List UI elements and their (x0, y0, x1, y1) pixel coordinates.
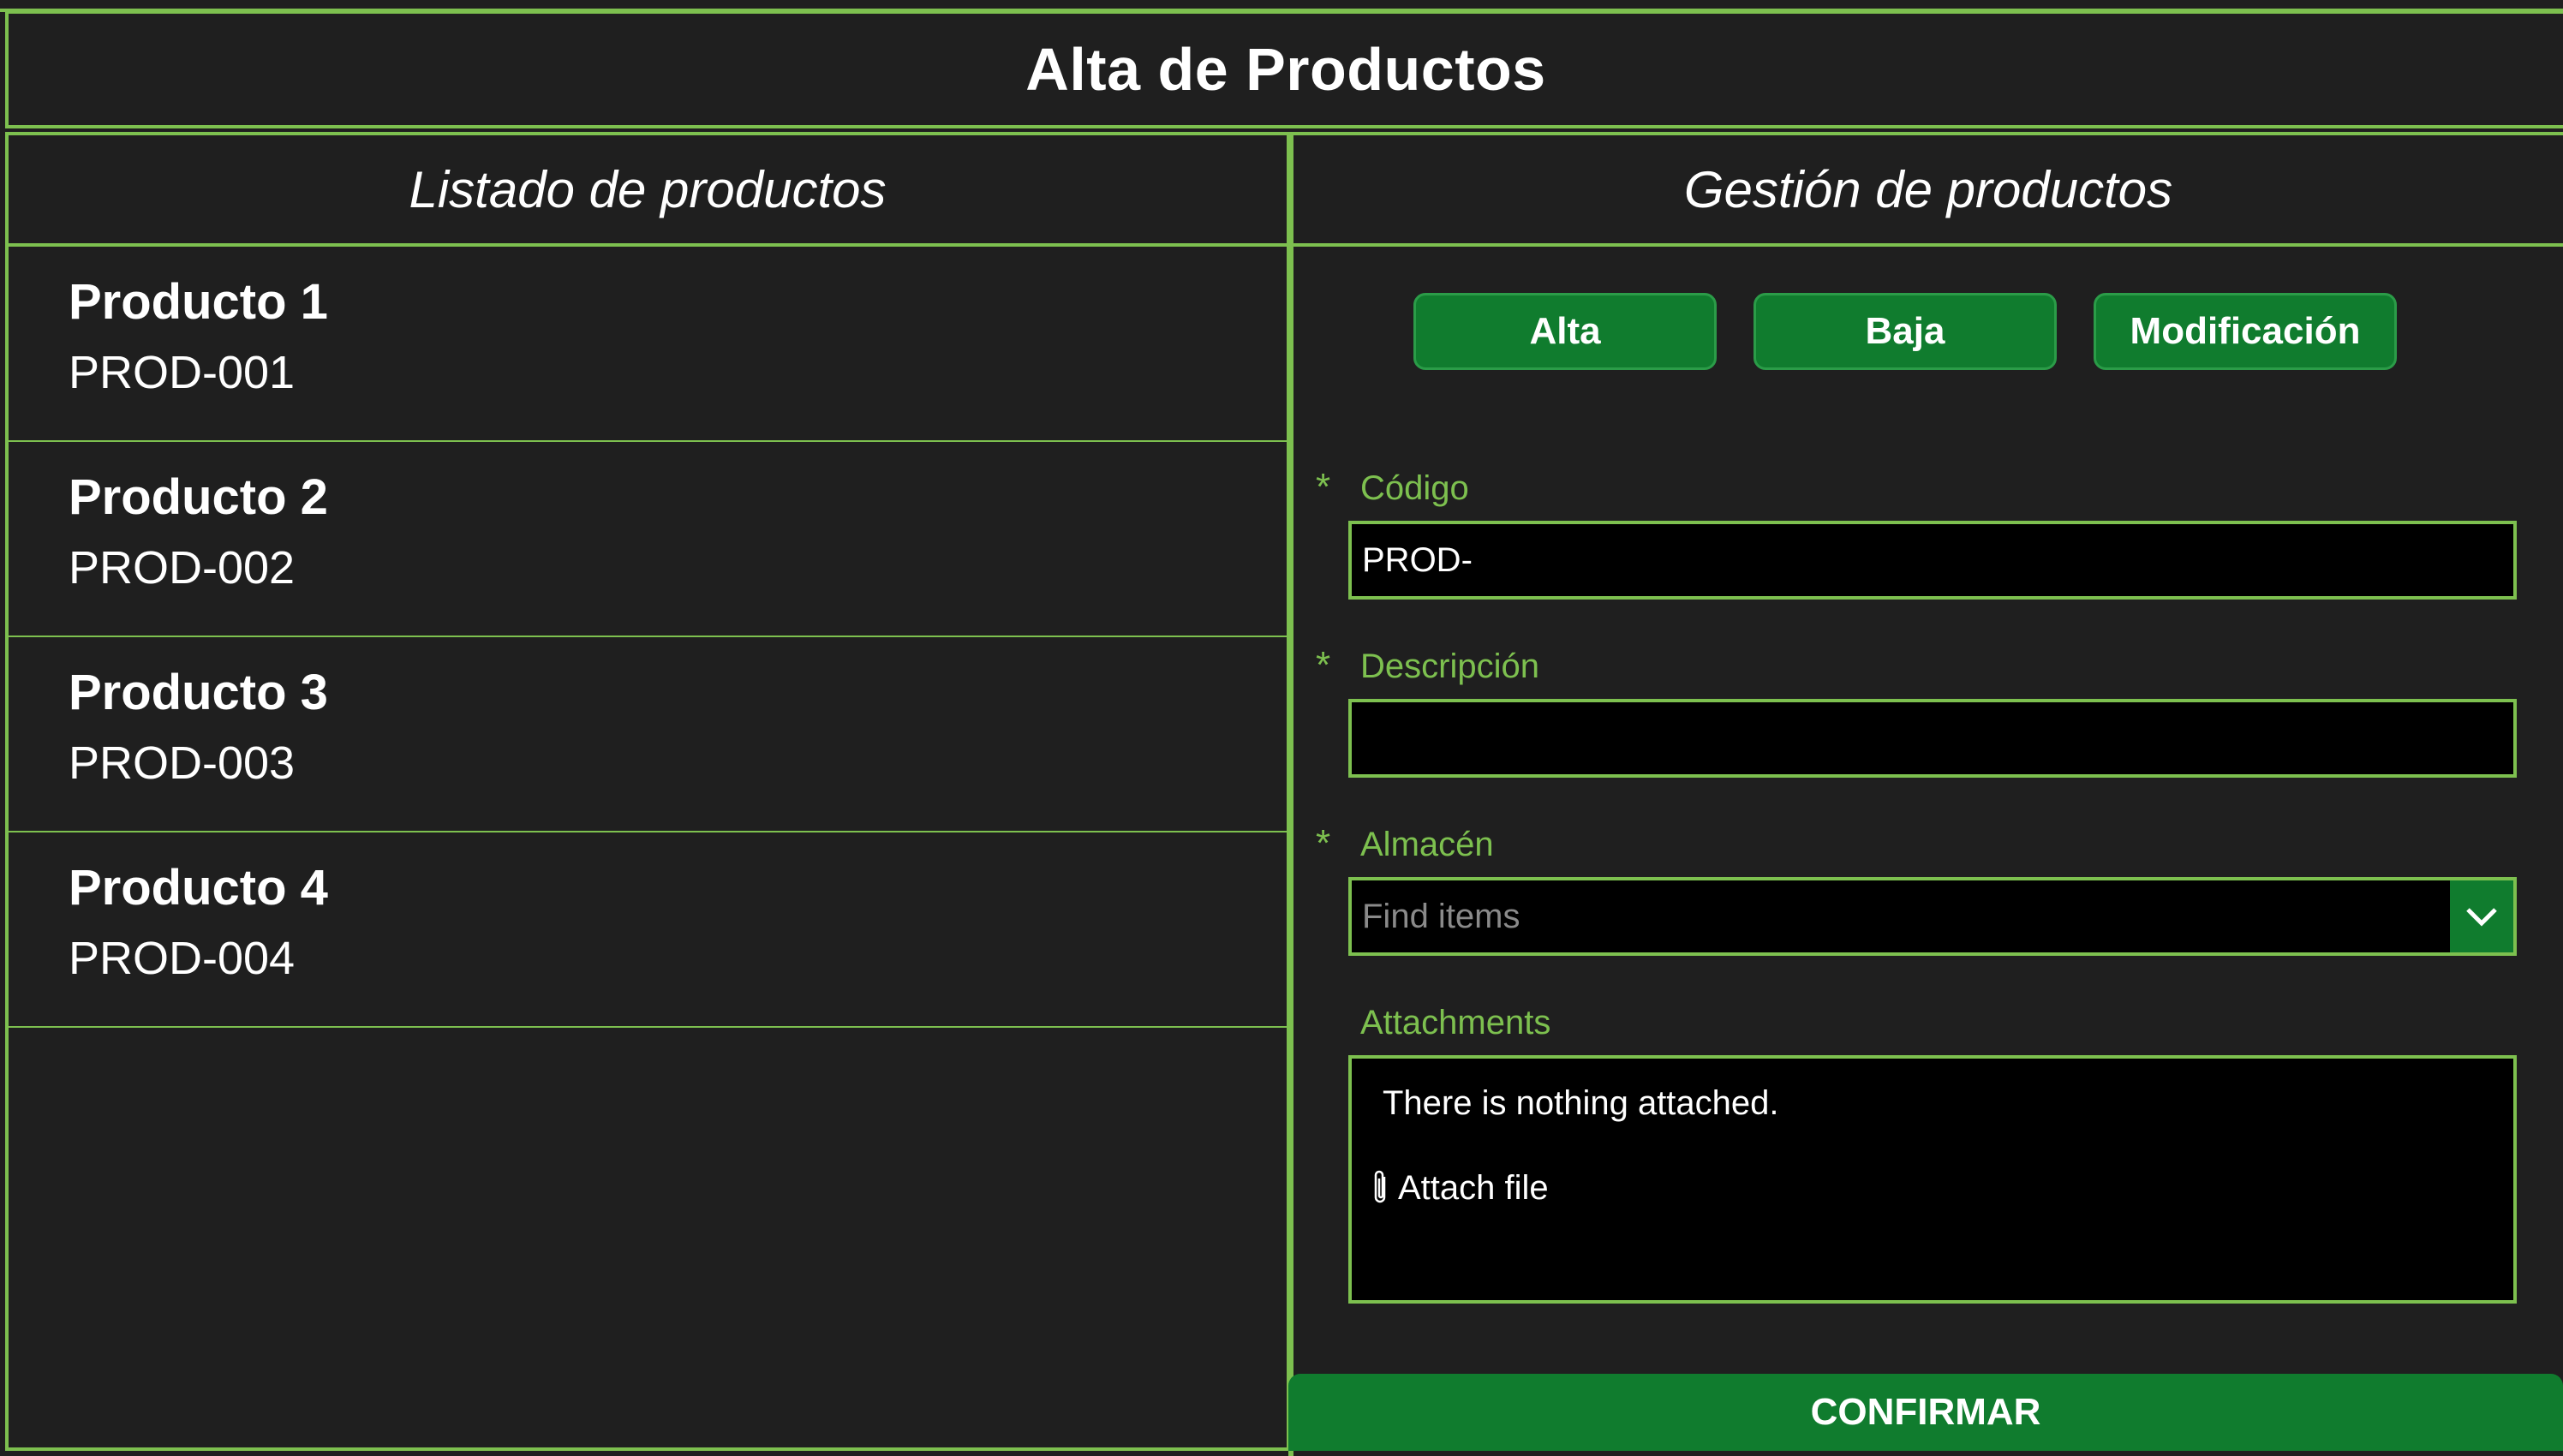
product-code: PROD-001 (69, 347, 296, 398)
list-item[interactable]: Producto 3 PROD-003 (9, 637, 1287, 832)
alta-button[interactable]: Alta (1413, 293, 1717, 370)
descripcion-label: Descripción (1360, 647, 1539, 685)
product-name: Producto 2 (69, 469, 328, 525)
list-section-title: Listado de productos (409, 160, 887, 218)
attachments-box: There is nothing attached. Attach file (1348, 1055, 2517, 1304)
codigo-label: Código (1360, 469, 1469, 507)
list-item[interactable]: Producto 4 PROD-004 (9, 832, 1287, 1028)
list-section-header: Listado de productos (5, 132, 1290, 247)
attach-file-label: Attach file (1398, 1168, 1549, 1207)
product-name: Producto 3 (69, 665, 328, 720)
dropdown-toggle[interactable] (2450, 880, 2513, 952)
form-section-header: Gestión de productos (1288, 132, 2563, 247)
page-title: Alta de Productos (1025, 36, 1546, 103)
almacen-combobox[interactable]: Find items (1348, 877, 2517, 956)
codigo-value: PROD- (1362, 540, 1473, 579)
product-name: Producto 4 (69, 860, 328, 916)
required-marker: * (1316, 466, 1331, 508)
product-name: Producto 1 (69, 274, 328, 330)
product-form: Alta Baja Modificación * Código PROD- * … (1288, 247, 2563, 1456)
list-item[interactable]: Producto 1 PROD-001 (9, 247, 1287, 442)
attachments-empty-text: There is nothing attached. (1383, 1084, 1779, 1122)
attach-file-link[interactable]: Attach file (1371, 1168, 1549, 1208)
attachments-label: Attachments (1360, 1004, 1551, 1041)
baja-button[interactable]: Baja (1753, 293, 2057, 370)
product-code: PROD-004 (69, 933, 296, 984)
descripcion-field[interactable] (1348, 699, 2517, 778)
product-list: Producto 1 PROD-001 Producto 2 PROD-002 … (5, 247, 1290, 1451)
required-marker: * (1316, 822, 1331, 864)
chevron-down-icon (2466, 908, 2497, 927)
paperclip-icon (1374, 1170, 1386, 1203)
required-marker: * (1316, 644, 1331, 686)
codigo-field[interactable]: PROD- (1348, 521, 2517, 600)
almacen-placeholder: Find items (1362, 897, 1520, 935)
almacen-label: Almacén (1360, 826, 1494, 863)
modificacion-button[interactable]: Modificación (2094, 293, 2397, 370)
product-code: PROD-003 (69, 737, 296, 789)
app-window: Alta de Productos Listado de productos G… (0, 0, 2563, 1456)
product-code: PROD-002 (69, 542, 296, 594)
list-item[interactable]: Producto 2 PROD-002 (9, 442, 1287, 637)
page-header: Alta de Productos (5, 10, 2563, 128)
confirm-button[interactable]: CONFIRMAR (1288, 1374, 2563, 1451)
form-section-title: Gestión de productos (1683, 160, 2173, 218)
